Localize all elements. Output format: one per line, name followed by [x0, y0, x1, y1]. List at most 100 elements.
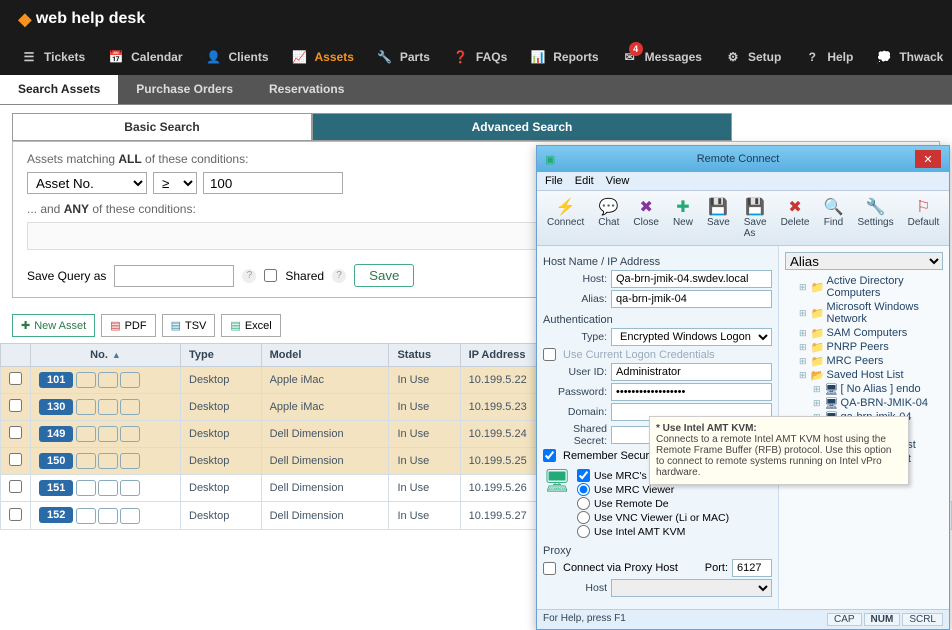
- userid-input[interactable]: [611, 363, 772, 381]
- save-button[interactable]: Save: [354, 264, 414, 287]
- subtab-reservations[interactable]: Reservations: [251, 75, 362, 104]
- asset-no-badge[interactable]: 152: [39, 507, 73, 523]
- toolbtn-default[interactable]: ⚐Default: [902, 195, 946, 241]
- tree-expand-icon[interactable]: ⊞: [813, 398, 821, 409]
- tree-expand-icon[interactable]: ⊞: [799, 370, 807, 381]
- row-checkbox[interactable]: [9, 480, 22, 493]
- nav-parts[interactable]: 🔧Parts: [366, 42, 440, 72]
- remote-icon[interactable]: [76, 426, 96, 442]
- nav-tickets[interactable]: ☰Tickets: [10, 42, 95, 72]
- remote-icon[interactable]: [76, 453, 96, 469]
- tree-expand-icon[interactable]: ⊞: [799, 328, 807, 339]
- menu-edit[interactable]: Edit: [575, 175, 594, 187]
- use-current-checkbox[interactable]: [543, 348, 556, 361]
- tree-expand-icon[interactable]: ⊞: [799, 282, 807, 293]
- tree-expand-icon[interactable]: ⊞: [799, 356, 807, 367]
- asset-no-badge[interactable]: 149: [39, 426, 73, 442]
- save-query-input[interactable]: [114, 265, 234, 287]
- proxy-host-select[interactable]: [611, 579, 772, 597]
- tree-item[interactable]: ⊞📂Saved Host List: [799, 368, 943, 382]
- new-asset-button[interactable]: ✚New Asset: [12, 314, 95, 337]
- row-checkbox[interactable]: [9, 453, 22, 466]
- remote-icon[interactable]: [76, 508, 96, 524]
- field-select[interactable]: Asset No.: [27, 172, 147, 194]
- auth-type-select[interactable]: Encrypted Windows Logon: [611, 328, 772, 346]
- nav-setup[interactable]: ⚙Setup: [714, 42, 791, 72]
- tree-item[interactable]: ⊞📁SAM Computers: [799, 326, 943, 340]
- screen-icon[interactable]: [120, 399, 140, 415]
- row-checkbox[interactable]: [9, 372, 22, 385]
- close-button[interactable]: ✕: [915, 150, 941, 168]
- help-icon[interactable]: ?: [332, 269, 346, 283]
- tree-item[interactable]: ⊞🖥QA-BRN-JMIK-04: [813, 396, 943, 410]
- host-input[interactable]: [611, 270, 772, 288]
- view-icon[interactable]: [98, 372, 118, 388]
- tree-expand-icon[interactable]: ⊞: [799, 342, 807, 353]
- remember-checkbox[interactable]: [543, 449, 556, 462]
- col-type[interactable]: Type: [181, 344, 262, 367]
- view-icon[interactable]: [98, 480, 118, 496]
- asset-no-badge[interactable]: 151: [39, 480, 73, 496]
- export-excel-button[interactable]: ▤Excel: [221, 314, 280, 337]
- remote-icon[interactable]: [76, 372, 96, 388]
- operator-select[interactable]: ≥: [153, 172, 197, 194]
- screen-icon[interactable]: [120, 372, 140, 388]
- tree-item[interactable]: ⊞📁Microsoft Windows Network: [799, 300, 943, 326]
- tab-advanced-search[interactable]: Advanced Search: [312, 113, 732, 141]
- nav-faqs[interactable]: ❓FAQs: [442, 42, 517, 72]
- screen-icon[interactable]: [120, 508, 140, 524]
- col-no[interactable]: No.▲: [31, 344, 181, 367]
- col-model[interactable]: Model: [261, 344, 389, 367]
- view-icon[interactable]: [98, 399, 118, 415]
- toolbtn-new[interactable]: ✚New: [667, 195, 699, 241]
- tree-expand-icon[interactable]: ⊞: [813, 384, 821, 395]
- asset-no-badge[interactable]: 150: [39, 453, 73, 469]
- menu-view[interactable]: View: [606, 175, 630, 187]
- asset-no-badge[interactable]: 101: [39, 372, 73, 388]
- row-checkbox[interactable]: [9, 508, 22, 521]
- alias-filter-select[interactable]: Alias: [785, 252, 943, 270]
- alias-input[interactable]: [611, 290, 772, 308]
- tree-item[interactable]: ⊞📁Active Directory Computers: [799, 274, 943, 300]
- export-pdf-button[interactable]: ▤PDF: [101, 314, 155, 337]
- toolbtn-settings[interactable]: 🔧Settings: [851, 195, 899, 241]
- export-tsv-button[interactable]: ▤TSV: [162, 314, 216, 337]
- toolbtn-save-as[interactable]: 💾Save As: [738, 195, 773, 241]
- screen-icon[interactable]: [120, 480, 140, 496]
- port-input[interactable]: [732, 559, 772, 577]
- toolbtn-find[interactable]: 🔍Find: [817, 195, 849, 241]
- nav-calendar[interactable]: 📅Calendar: [97, 42, 192, 72]
- viewer-radio[interactable]: [577, 525, 590, 538]
- col-status[interactable]: Status: [389, 344, 460, 367]
- menu-file[interactable]: File: [545, 175, 563, 187]
- toolbtn-delete[interactable]: ✖Delete: [775, 195, 816, 241]
- tab-basic-search[interactable]: Basic Search: [12, 113, 312, 141]
- view-icon[interactable]: [98, 508, 118, 524]
- viewer-radio[interactable]: [577, 511, 590, 524]
- nav-messages[interactable]: ✉4Messages: [611, 42, 712, 72]
- screen-icon[interactable]: [120, 426, 140, 442]
- proxy-checkbox[interactable]: [543, 562, 556, 575]
- toolbtn-chat[interactable]: 💬Chat: [592, 195, 625, 241]
- toolbtn-close[interactable]: ✖Close: [627, 195, 665, 241]
- tree-item[interactable]: ⊞📁PNRP Peers: [799, 340, 943, 354]
- subtab-purchase-orders[interactable]: Purchase Orders: [118, 75, 251, 104]
- viewer-radio[interactable]: [577, 497, 590, 510]
- subtab-search-assets[interactable]: Search Assets: [0, 75, 118, 104]
- mirror-checkbox[interactable]: [577, 469, 590, 482]
- remote-icon[interactable]: [76, 399, 96, 415]
- nav-reports[interactable]: 📊Reports: [519, 42, 608, 72]
- toolbtn-save[interactable]: 💾Save: [701, 195, 736, 241]
- screen-icon[interactable]: [120, 453, 140, 469]
- view-icon[interactable]: [98, 453, 118, 469]
- value-input[interactable]: [203, 172, 343, 194]
- nav-assets[interactable]: 📈Assets: [281, 42, 364, 72]
- row-checkbox[interactable]: [9, 399, 22, 412]
- view-icon[interactable]: [98, 426, 118, 442]
- password-input[interactable]: [611, 383, 772, 401]
- tree-item[interactable]: ⊞📁MRC Peers: [799, 354, 943, 368]
- asset-no-badge[interactable]: 130: [39, 399, 73, 415]
- nav-clients[interactable]: 👤Clients: [195, 42, 279, 72]
- toolbtn-connect[interactable]: ⚡Connect: [541, 195, 590, 241]
- help-icon[interactable]: ?: [242, 269, 256, 283]
